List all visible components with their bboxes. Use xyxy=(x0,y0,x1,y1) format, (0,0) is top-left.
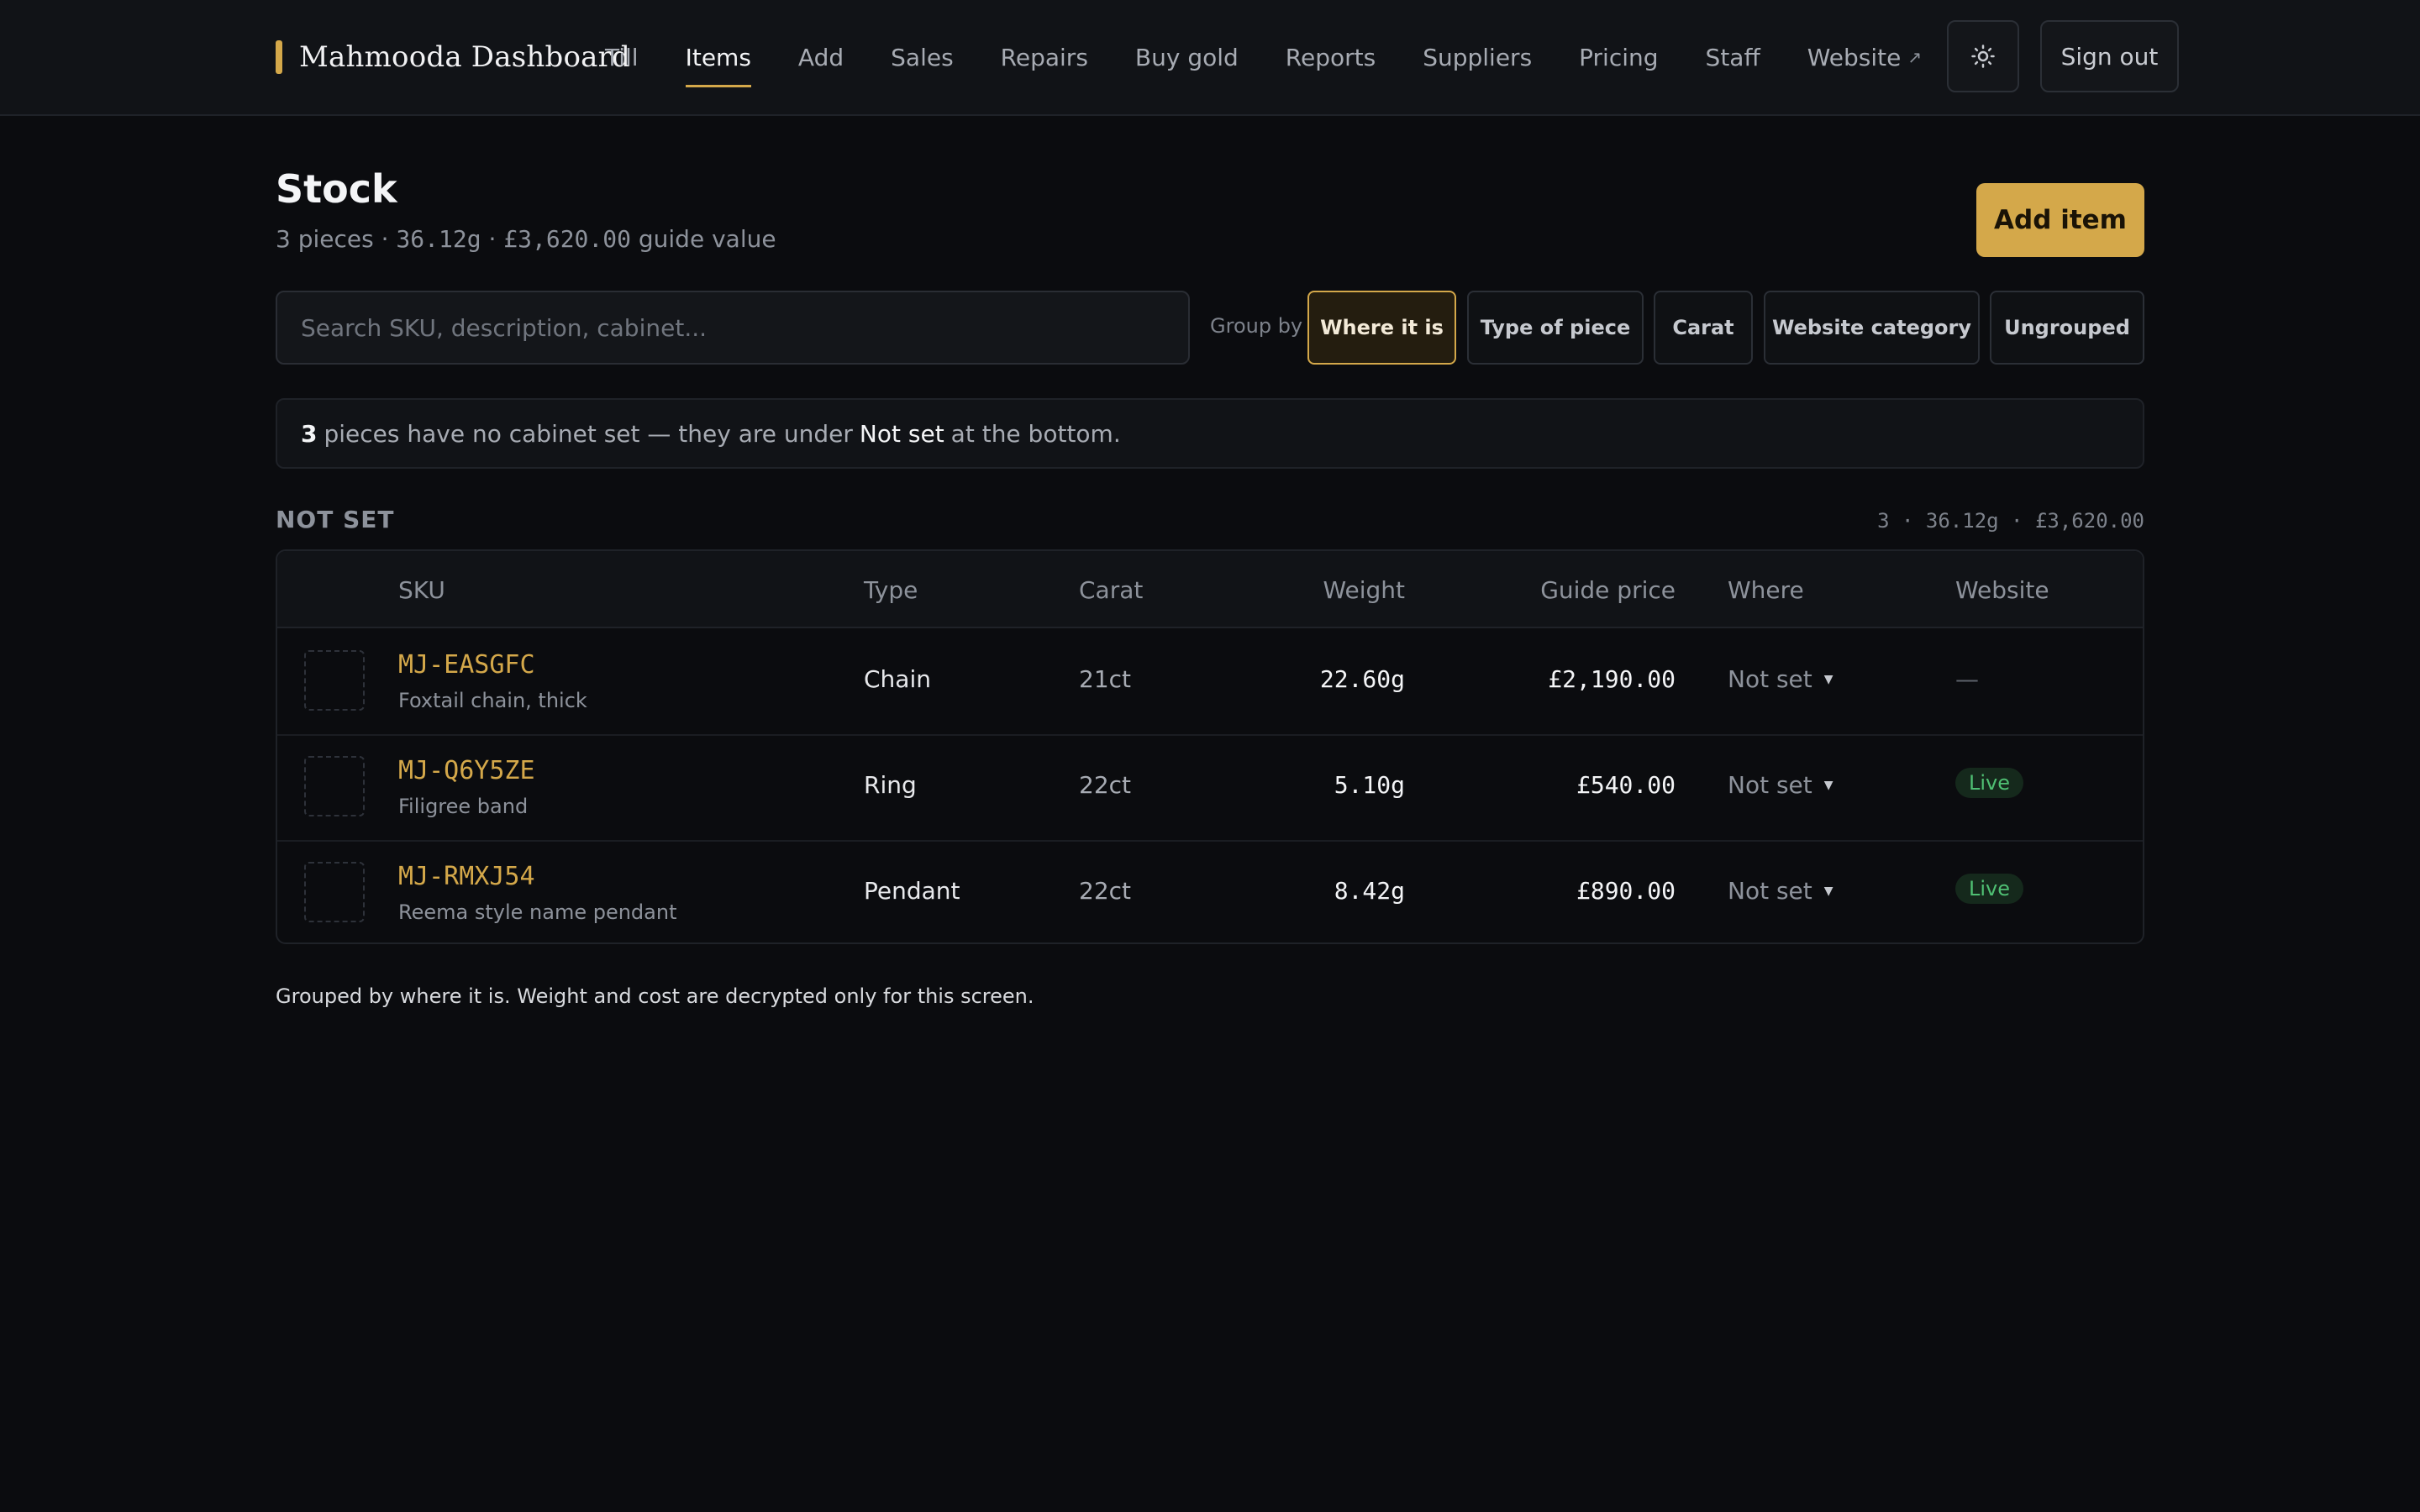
caret-down-icon: ▼ xyxy=(1823,778,1833,792)
where-dropdown[interactable]: Not set ▼ xyxy=(1728,771,1833,799)
add-item-button[interactable]: Add item xyxy=(1976,183,2144,257)
where-value: Not set xyxy=(1728,665,1812,693)
nav-repairs[interactable]: Repairs xyxy=(1001,0,1088,114)
search-input[interactable] xyxy=(276,291,1190,365)
website-status: — xyxy=(1955,665,1979,693)
item-weight: 8.42g xyxy=(1334,877,1405,905)
sign-out-button[interactable]: Sign out xyxy=(2040,20,2179,92)
where-value: Not set xyxy=(1728,877,1812,905)
nav-suppliers[interactable]: Suppliers xyxy=(1423,0,1532,114)
sku-link[interactable]: MJ-Q6Y5ZE xyxy=(398,756,535,785)
brand-accent-bar xyxy=(276,40,282,74)
sku-link[interactable]: MJ-RMXJ54 xyxy=(398,862,535,891)
item-carat: 21ct xyxy=(1079,665,1132,693)
brand-name: Mahmooda Dashboard xyxy=(299,40,631,74)
col-website[interactable]: Website xyxy=(1955,576,2049,604)
col-carat[interactable]: Carat xyxy=(1079,576,1143,604)
item-description: Reema style name pendant xyxy=(398,900,677,924)
caret-down-icon: ▼ xyxy=(1823,672,1833,686)
theme-toggle-button[interactable] xyxy=(1947,20,2019,92)
col-guide-price[interactable]: Guide price xyxy=(1540,576,1676,604)
group-by-carat[interactable]: Carat xyxy=(1654,291,1753,365)
where-dropdown[interactable]: Not set ▼ xyxy=(1728,877,1833,905)
nav-sales[interactable]: Sales xyxy=(891,0,954,114)
group-by-label: Group by xyxy=(1210,314,1303,338)
no-cabinet-notice: 3 pieces have no cabinet set — they are … xyxy=(276,398,2144,469)
item-description: Foxtail chain, thick xyxy=(398,689,587,712)
website-status: Live xyxy=(1955,768,2024,798)
item-carat: 22ct xyxy=(1079,771,1132,799)
col-sku[interactable]: SKU xyxy=(398,576,445,604)
top-nav-bar: Mahmooda Dashboard Till Items Add Sales … xyxy=(0,0,2420,116)
group-by-where[interactable]: Where it is xyxy=(1307,291,1456,365)
notice-highlight: Not set xyxy=(859,419,944,448)
nav-reports[interactable]: Reports xyxy=(1286,0,1376,114)
sun-icon xyxy=(1971,45,1995,68)
table-row[interactable]: MJ-EASGFC Foxtail chain, thick Chain 21c… xyxy=(277,628,2143,736)
nav-till[interactable]: Till xyxy=(605,0,639,114)
item-carat: 22ct xyxy=(1079,877,1132,905)
table-row[interactable]: MJ-Q6Y5ZE Filigree band Ring 22ct 5.10g … xyxy=(277,734,2143,842)
main-nav: Till Items Add Sales Repairs Buy gold Re… xyxy=(605,0,1969,114)
item-type: Ring xyxy=(864,771,917,799)
nav-buy-gold[interactable]: Buy gold xyxy=(1135,0,1239,114)
stock-table: SKU Type Carat Weight Guide price Where … xyxy=(276,549,2144,944)
nav-website[interactable]: Website ↗ xyxy=(1807,0,1922,114)
image-placeholder[interactable] xyxy=(304,756,365,816)
sku-link[interactable]: MJ-EASGFC xyxy=(398,650,535,680)
item-price: £540.00 xyxy=(1576,771,1676,799)
brand[interactable]: Mahmooda Dashboard xyxy=(276,39,630,76)
live-badge: Live xyxy=(1955,874,2024,904)
group-by-type[interactable]: Type of piece xyxy=(1467,291,1644,365)
caret-down-icon: ▼ xyxy=(1823,884,1833,898)
subtitle-weight: 36.12g xyxy=(396,225,481,253)
item-weight: 22.60g xyxy=(1319,665,1405,693)
table-header: SKU Type Carat Weight Guide price Where … xyxy=(277,551,2143,628)
group-heading: NOT SET xyxy=(276,506,395,533)
col-weight[interactable]: Weight xyxy=(1323,576,1405,604)
subtitle-count: 3 pieces · xyxy=(276,225,397,253)
subtitle-separator: · xyxy=(481,225,504,253)
nav-items[interactable]: Items xyxy=(685,0,752,114)
footnote: Grouped by where it is. Weight and cost … xyxy=(276,984,1034,1008)
item-price: £2,190.00 xyxy=(1548,665,1676,693)
nav-website-label: Website xyxy=(1807,43,1902,71)
table-row[interactable]: MJ-RMXJ54 Reema style name pendant Penda… xyxy=(277,840,2143,942)
group-by-website-category[interactable]: Website category xyxy=(1764,291,1980,365)
item-price: £890.00 xyxy=(1576,877,1676,905)
nav-add[interactable]: Add xyxy=(798,0,844,114)
group-summary: 3 · 36.12g · £3,620.00 xyxy=(1877,509,2144,533)
notice-text-a: pieces have no cabinet set — they are un… xyxy=(324,419,853,448)
notice-count: 3 xyxy=(301,419,318,448)
col-type[interactable]: Type xyxy=(864,576,918,604)
item-description: Filigree band xyxy=(398,795,529,818)
subtitle-value: £3,620.00 xyxy=(503,225,631,253)
page-subtitle: 3 pieces · 36.12g · £3,620.00 guide valu… xyxy=(276,225,776,253)
image-placeholder[interactable] xyxy=(304,650,365,711)
item-type: Chain xyxy=(864,665,931,693)
where-dropdown[interactable]: Not set ▼ xyxy=(1728,665,1833,693)
where-value: Not set xyxy=(1728,771,1812,799)
group-by-ungrouped[interactable]: Ungrouped xyxy=(1990,291,2144,365)
nav-pricing[interactable]: Pricing xyxy=(1579,0,1658,114)
col-where[interactable]: Where xyxy=(1728,576,1804,604)
website-status: Live xyxy=(1955,874,2024,904)
live-badge: Live xyxy=(1955,768,2024,798)
item-type: Pendant xyxy=(864,877,960,905)
notice-text-b: at the bottom. xyxy=(950,419,1121,448)
nav-staff[interactable]: Staff xyxy=(1706,0,1760,114)
image-placeholder[interactable] xyxy=(304,862,365,922)
subtitle-tail: guide value xyxy=(630,225,776,253)
page-title: Stock xyxy=(276,166,397,212)
external-link-icon: ↗ xyxy=(1907,47,1923,67)
item-weight: 5.10g xyxy=(1334,771,1405,799)
